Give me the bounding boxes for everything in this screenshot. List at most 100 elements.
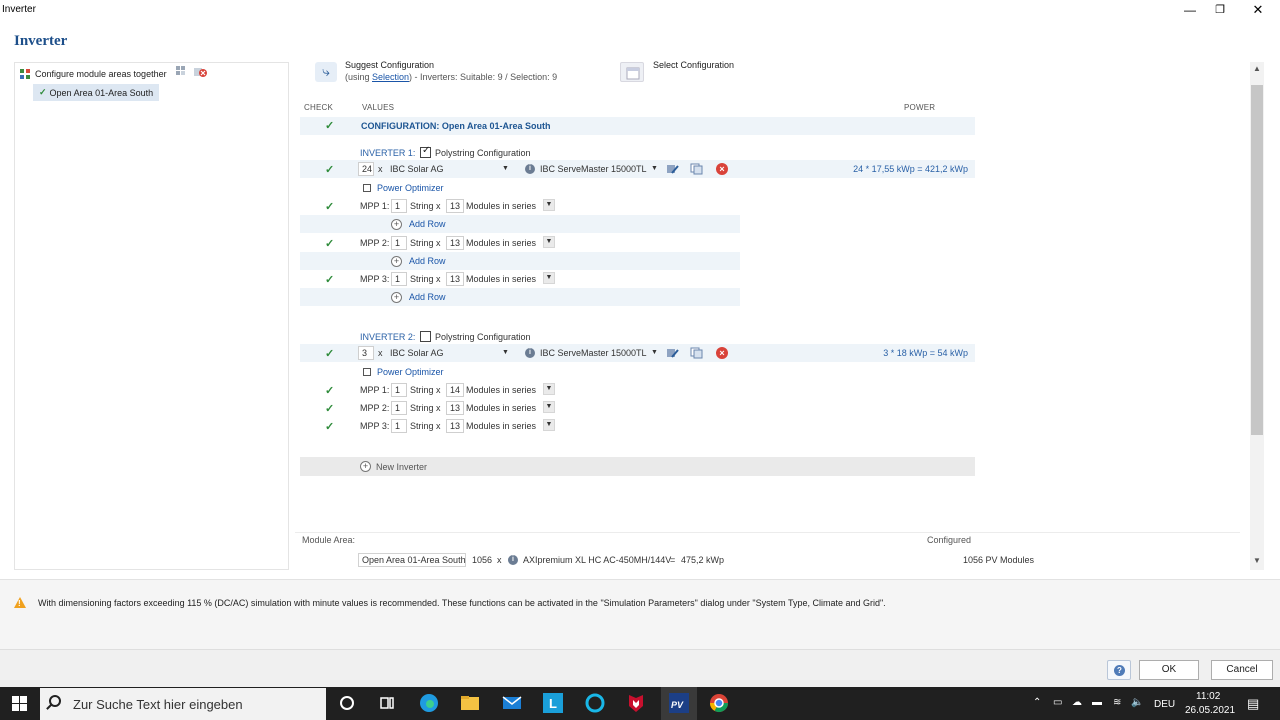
l-app-icon[interactable]: L [542, 692, 564, 714]
battery-icon[interactable]: ▬ [1092, 697, 1102, 708]
edge-icon[interactable] [418, 692, 440, 714]
tree-item-open-area-south[interactable]: ✓ Open Area 01-Area South [33, 84, 160, 101]
configured-value: 1056 PV Modules [963, 555, 1035, 565]
mpp-dropdown[interactable]: ▼ [543, 199, 555, 211]
inverter-1-polystring-checkbox[interactable] [420, 145, 431, 158]
chevron-down-icon[interactable]: ▼ [502, 165, 509, 172]
mpp-dropdown[interactable]: ▼ [543, 419, 555, 431]
cancel-button[interactable]: Cancel [1211, 660, 1273, 680]
plus-icon[interactable]: + [391, 256, 402, 267]
help-button[interactable]: ? [1107, 660, 1131, 680]
taskbar-search-input[interactable]: Zur Suche Text hier eingeben [40, 688, 326, 720]
inverter-2-power-optimizer-checkbox[interactable] [363, 368, 371, 376]
chevron-up-icon[interactable]: ⌃ [1033, 697, 1041, 708]
mpp-dropdown[interactable]: ▼ [543, 236, 555, 248]
message-panel [0, 579, 1280, 649]
mail-icon[interactable] [501, 692, 523, 714]
mpp-strings-input[interactable]: 1 [391, 419, 407, 433]
mpp-modules-input[interactable]: 13 [446, 419, 464, 433]
delete-inverter-icon[interactable]: × [716, 347, 728, 359]
mpp-modules-input[interactable]: 13 [446, 272, 464, 286]
edit-inverter-icon[interactable] [666, 163, 680, 175]
copy-inverter-icon[interactable] [690, 347, 704, 359]
inverter-1-power-optimizer-label[interactable]: Power Optimizer [377, 183, 444, 193]
inverter-2-model-select[interactable]: IBC ServeMaster 15000TL [540, 348, 647, 358]
chevron-down-icon[interactable]: ▼ [651, 165, 658, 172]
close-button[interactable]: ✕ [1238, 1, 1278, 21]
help-icon: ? [1114, 665, 1125, 676]
edit-inverter-icon[interactable] [666, 347, 680, 359]
mpp-modules-input[interactable]: 14 [446, 383, 464, 397]
mpp-strings-input[interactable]: 1 [391, 236, 407, 250]
add-row-button[interactable]: Add Row [409, 219, 446, 229]
mpp-dropdown[interactable]: ▼ [543, 272, 555, 284]
alexa-icon[interactable] [584, 692, 606, 714]
search-icon [49, 695, 61, 707]
mpp-dropdown[interactable]: ▼ [543, 383, 555, 395]
mpp-dropdown[interactable]: ▼ [543, 401, 555, 413]
remove-area-icon[interactable] [194, 66, 207, 78]
suggest-subtitle: (using Selection) - Inverters: Suitable:… [345, 72, 557, 82]
info-icon[interactable]: i [525, 348, 535, 358]
inverter-1-count-input[interactable]: 24 [358, 162, 374, 176]
windows-start-icon[interactable] [12, 696, 27, 711]
scroll-up-arrow[interactable]: ▲ [1250, 64, 1264, 76]
check-icon: ✓ [39, 87, 47, 97]
selection-link[interactable]: Selection [372, 72, 409, 82]
inverter-1-model-select[interactable]: IBC ServeMaster 15000TL [540, 164, 647, 174]
inverter-2-count-input[interactable]: 3 [358, 346, 374, 360]
select-configuration-button[interactable]: Select Configuration [620, 60, 820, 84]
onedrive-icon[interactable]: ☁ [1072, 697, 1082, 708]
column-header-power: POWER [904, 103, 936, 112]
inverter-2-polystring-checkbox[interactable] [420, 331, 431, 342]
tree-item-configure-together[interactable]: Configure module areas together [19, 66, 284, 82]
plus-icon[interactable]: + [360, 461, 371, 472]
delete-inverter-icon[interactable]: × [716, 163, 728, 175]
task-view-icon[interactable] [376, 692, 398, 714]
inverter-2-manufacturer-select[interactable]: IBC Solar AG [390, 348, 444, 358]
warning-message: With dimensioning factors exceeding 115 … [38, 598, 886, 608]
clock-date[interactable]: 26.05.2021 [1185, 705, 1235, 716]
mpp-modules-input[interactable]: 13 [446, 401, 464, 415]
meet-now-icon[interactable]: ▭ [1053, 697, 1062, 708]
copy-inverter-icon[interactable] [690, 163, 704, 175]
info-icon[interactable]: i [525, 164, 535, 174]
plus-icon[interactable]: + [391, 219, 402, 230]
mpp-modules-input[interactable]: 13 [446, 199, 464, 213]
mpp-strings-input[interactable]: 1 [391, 199, 407, 213]
plus-icon[interactable]: + [391, 292, 402, 303]
notification-icon[interactable]: ▤ [1247, 696, 1259, 712]
inverter-1-power-optimizer-checkbox[interactable] [363, 184, 371, 192]
clock-time[interactable]: 11:02 [1196, 691, 1220, 702]
suggest-configuration-button[interactable]: ⤷ Suggest Configuration (using Selection… [315, 60, 595, 86]
language-indicator[interactable]: DEU [1154, 699, 1175, 710]
speaker-icon[interactable]: 🔈 [1131, 697, 1143, 708]
chevron-down-icon[interactable]: ▼ [502, 349, 509, 356]
modules-in-series-label: Modules in series [466, 201, 537, 211]
inverter-2-power-optimizer-label[interactable]: Power Optimizer [377, 367, 444, 377]
mpp-strings-input[interactable]: 1 [391, 401, 407, 415]
mpp-strings-input[interactable]: 1 [391, 383, 407, 397]
check-icon: ✓ [325, 238, 335, 250]
add-row-button[interactable]: Add Row [409, 292, 446, 302]
chrome-icon[interactable] [708, 692, 730, 714]
ok-button[interactable]: OK [1139, 660, 1199, 680]
new-inverter-button[interactable]: New Inverter [376, 462, 427, 472]
chevron-down-icon[interactable]: ▼ [651, 349, 658, 356]
tree-root-label: Configure module areas together [35, 69, 167, 79]
cortana-icon[interactable] [336, 692, 358, 714]
mcafee-icon[interactable] [625, 692, 647, 714]
maximize-button[interactable]: ❐ [1200, 1, 1240, 21]
grid-settings-icon[interactable] [176, 66, 188, 78]
wifi-icon[interactable]: ≋ [1113, 697, 1121, 708]
pvsol-icon[interactable]: PV [668, 692, 690, 714]
info-icon[interactable]: i [508, 555, 518, 565]
scrollbar-thumb[interactable] [1251, 85, 1263, 435]
calendar-list-icon [620, 62, 644, 82]
inverter-1-manufacturer-select[interactable]: IBC Solar AG [390, 164, 444, 174]
scroll-down-arrow[interactable]: ▼ [1250, 556, 1264, 568]
file-explorer-icon[interactable] [459, 692, 481, 714]
add-row-button[interactable]: Add Row [409, 256, 446, 266]
mpp-strings-input[interactable]: 1 [391, 272, 407, 286]
mpp-modules-input[interactable]: 13 [446, 236, 464, 250]
